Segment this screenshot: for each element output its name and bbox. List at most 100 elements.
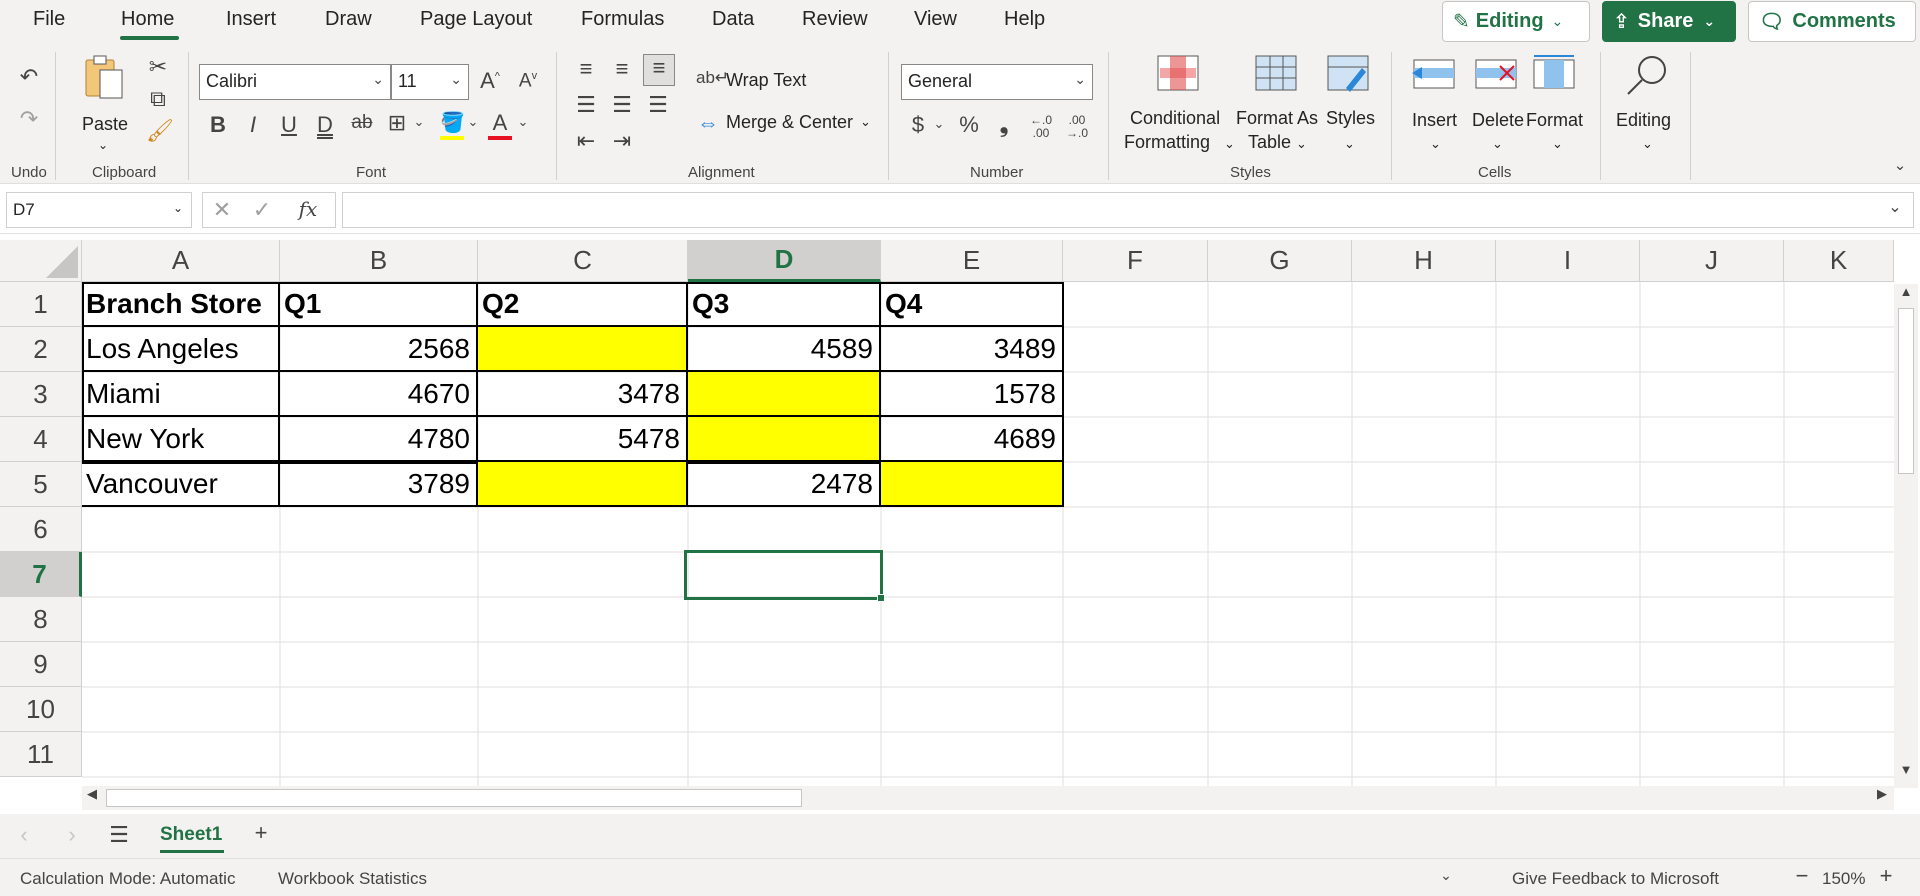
underline-button[interactable]: U [277, 112, 301, 138]
cell-b1[interactable]: Q1 [280, 282, 478, 327]
decrease-decimal-button[interactable]: .00 →.0 [1060, 114, 1094, 140]
name-box[interactable]: D7 ⌄ [6, 192, 192, 228]
expand-formula-icon[interactable]: ⌄ [1883, 197, 1907, 217]
cell-b5[interactable]: 3789 [280, 462, 478, 507]
tab-page-layout[interactable]: Page Layout [420, 8, 532, 31]
cell-a3[interactable]: Miami [82, 372, 280, 417]
row-header-9[interactable]: 9 [0, 642, 82, 687]
tab-formulas[interactable]: Formulas [581, 8, 664, 31]
next-sheet-icon[interactable]: › [62, 822, 82, 848]
tab-draw[interactable]: Draw [325, 8, 372, 31]
undo-icon[interactable]: ↶ [14, 64, 44, 90]
column-header-e[interactable]: E [881, 240, 1063, 282]
cell-d2[interactable]: 4589 [688, 327, 881, 372]
cancel-icon[interactable]: ✕ [211, 197, 233, 223]
vertical-scroll-thumb[interactable] [1898, 308, 1914, 474]
align-bottom-icon[interactable]: ≡ [643, 54, 675, 86]
tab-review[interactable]: Review [802, 8, 868, 31]
cell-a4[interactable]: New York [82, 417, 280, 462]
align-middle-icon[interactable]: ≡ [609, 56, 635, 82]
calculation-mode[interactable]: Calculation Mode: Automatic [20, 869, 235, 889]
add-sheet-icon[interactable]: + [248, 820, 274, 846]
cell-d5[interactable]: 2478 [688, 462, 881, 507]
cell-e5[interactable] [881, 462, 1064, 507]
cell-e1[interactable]: Q4 [881, 282, 1064, 327]
chevron-down-icon[interactable]: ⌄ [412, 114, 426, 130]
borders-icon[interactable]: ⊞ [384, 110, 410, 136]
format-as-table-button[interactable]: Format As Table ⌄ [1234, 54, 1320, 160]
align-left-icon[interactable]: ☰ [573, 92, 599, 118]
cell-a1[interactable]: Branch Store [82, 282, 280, 327]
chevron-down-icon[interactable]: ⌄ [466, 114, 480, 130]
currency-button[interactable]: $ [906, 112, 930, 138]
zoom-in-icon[interactable]: + [1876, 863, 1896, 889]
increase-indent-icon[interactable]: ⇥ [609, 128, 635, 154]
editing-mode-button[interactable]: ✎ Editing ⌄ [1442, 1, 1590, 42]
formula-input[interactable]: ⌄ [342, 192, 1914, 228]
decrease-indent-icon[interactable]: ⇤ [573, 128, 599, 154]
column-header-c[interactable]: C [478, 240, 688, 282]
all-sheets-menu-icon[interactable]: ☰ [106, 822, 132, 848]
cell-d1[interactable]: Q3 [688, 282, 881, 327]
increase-decimal-button[interactable]: ←.0 .00 [1024, 114, 1058, 140]
row-header-11[interactable]: 11 [0, 732, 82, 777]
column-header-j[interactable]: J [1640, 240, 1784, 282]
row-header-7[interactable]: 7 [0, 552, 82, 597]
merge-center-button[interactable]: ⇔ Merge & Center ⌄ [696, 110, 876, 138]
chevron-down-icon[interactable]: ⌄ [516, 114, 530, 130]
workbook-statistics[interactable]: Workbook Statistics [278, 869, 427, 889]
comments-button[interactable]: 🗨 Comments [1748, 1, 1916, 42]
chevron-down-icon[interactable]: ⌄ [932, 116, 946, 132]
decrease-font-size-icon[interactable]: Av [514, 70, 542, 92]
cell-e4[interactable]: 4689 [881, 417, 1064, 462]
cell-c4[interactable]: 5478 [478, 417, 688, 462]
enter-check-icon[interactable]: ✓ [251, 197, 273, 223]
sheet-tab-sheet1[interactable]: Sheet1 [150, 814, 232, 854]
row-header-3[interactable]: 3 [0, 372, 82, 417]
prev-sheet-icon[interactable]: ‹ [14, 822, 34, 848]
bold-button[interactable]: B [206, 112, 230, 138]
cell-b3[interactable]: 4670 [280, 372, 478, 417]
row-header-5[interactable]: 5 [0, 462, 82, 507]
italic-button[interactable]: I [241, 112, 265, 138]
format-painter-icon[interactable]: 🖌 [146, 118, 174, 144]
copy-icon[interactable]: ⧉ [146, 86, 170, 112]
column-header-b[interactable]: B [280, 240, 478, 282]
column-header-a[interactable]: A [82, 240, 280, 282]
redo-icon[interactable]: ↷ [14, 106, 44, 132]
cell-d3[interactable] [688, 372, 881, 417]
horizontal-scrollbar[interactable]: ◀ ▶ [82, 786, 1894, 810]
format-cells-button[interactable]: Format ⌄ [1524, 54, 1588, 160]
scroll-down-icon[interactable]: ▼ [1896, 762, 1916, 777]
chevron-down-icon[interactable]: ⌄ [1436, 867, 1456, 884]
column-header-g[interactable]: G [1208, 240, 1352, 282]
scroll-left-icon[interactable]: ◀ [82, 786, 102, 802]
cut-icon[interactable]: ✂ [146, 54, 170, 80]
insert-cells-button[interactable]: Insert ⌄ [1408, 54, 1464, 160]
fill-color-button[interactable]: 🪣 [438, 110, 466, 142]
row-header-1[interactable]: 1 [0, 282, 82, 327]
number-format-select[interactable]: General ⌄ [901, 64, 1093, 100]
font-name-select[interactable]: Calibri ⌄ [199, 64, 391, 100]
increase-font-size-icon[interactable]: A^ [476, 68, 504, 94]
cell-c5[interactable] [478, 462, 688, 507]
cell-c1[interactable]: Q2 [478, 282, 688, 327]
column-header-h[interactable]: H [1352, 240, 1496, 282]
align-right-icon[interactable]: ☰ [645, 92, 671, 118]
collapse-ribbon-icon[interactable]: ⌄ [1890, 156, 1910, 174]
delete-cells-button[interactable]: Delete ⌄ [1468, 54, 1528, 160]
column-header-i[interactable]: I [1496, 240, 1640, 282]
tab-home[interactable]: Home [121, 8, 174, 31]
fill-handle[interactable] [877, 594, 885, 602]
percent-button[interactable]: % [955, 112, 983, 138]
scroll-right-icon[interactable]: ▶ [1872, 786, 1892, 802]
tab-data[interactable]: Data [712, 8, 754, 31]
share-button[interactable]: ⇪ Share ⌄ [1602, 1, 1736, 42]
cell-a2[interactable]: Los Angeles [82, 327, 280, 372]
font-size-select[interactable]: 11 ⌄ [391, 64, 469, 100]
cell-d4[interactable] [688, 417, 881, 462]
insert-function-icon[interactable]: fx [293, 197, 323, 221]
align-top-icon[interactable]: ≡ [573, 56, 599, 82]
horizontal-scroll-thumb[interactable] [106, 789, 802, 807]
column-header-f[interactable]: F [1063, 240, 1208, 282]
